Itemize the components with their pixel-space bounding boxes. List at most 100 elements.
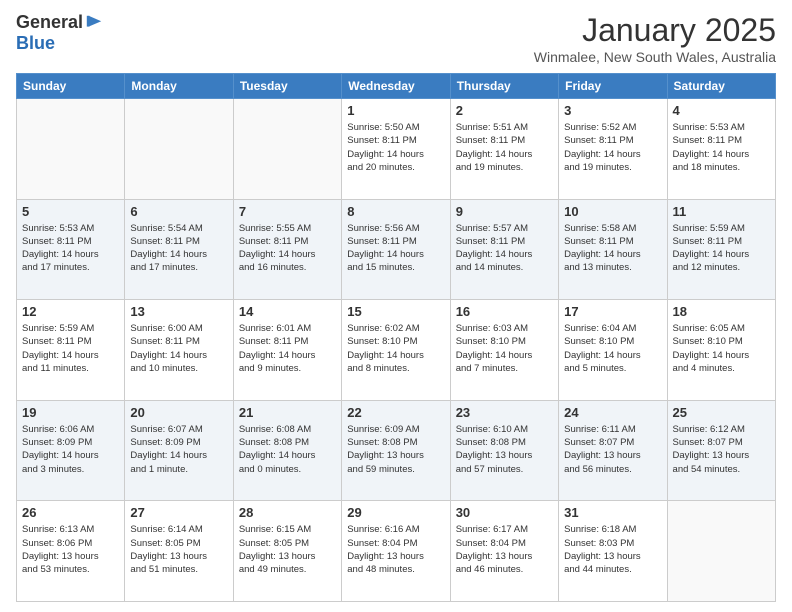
table-row: 8 Sunrise: 5:56 AM Sunset: 8:11 PM Daylig… [342, 199, 450, 300]
day-info: Sunrise: 6:10 AM Sunset: 8:08 PM Dayligh… [456, 423, 553, 476]
logo-general-text: General [16, 12, 83, 33]
month-title: January 2025 [534, 12, 776, 49]
table-row: 14 Sunrise: 6:01 AM Sunset: 8:11 PM Dayli… [233, 300, 341, 401]
day-info: Sunrise: 6:05 AM Sunset: 8:10 PM Dayligh… [673, 322, 770, 375]
table-row: 24 Sunrise: 6:11 AM Sunset: 8:07 PM Dayli… [559, 400, 667, 501]
day-info: Sunrise: 5:53 AM Sunset: 8:11 PM Dayligh… [22, 222, 119, 275]
day-info: Sunrise: 5:59 AM Sunset: 8:11 PM Dayligh… [22, 322, 119, 375]
day-info: Sunrise: 5:57 AM Sunset: 8:11 PM Dayligh… [456, 222, 553, 275]
calendar-row: 5Sunrise: 5:53 AM Sunset: 8:11 PM Daylig… [17, 199, 776, 300]
table-row: 30 Sunrise: 6:17 AM Sunset: 8:04 PM Dayli… [450, 501, 558, 602]
header-row: Sunday Monday Tuesday Wednesday Thursday… [17, 74, 776, 99]
table-row [667, 501, 775, 602]
table-row: 28Sunrise: 6:15 AM Sunset: 8:05 PM Dayli… [233, 501, 341, 602]
col-friday: Friday [559, 74, 667, 99]
col-wednesday: Wednesday [342, 74, 450, 99]
col-sunday: Sunday [17, 74, 125, 99]
table-row: 7Sunrise: 5:55 AM Sunset: 8:11 PM Daylig… [233, 199, 341, 300]
day-number: 8 [347, 204, 444, 219]
table-row: 17 Sunrise: 6:04 AM Sunset: 8:10 PM Dayli… [559, 300, 667, 401]
table-row: 26Sunrise: 6:13 AM Sunset: 8:06 PM Dayli… [17, 501, 125, 602]
day-info: Sunrise: 6:06 AM Sunset: 8:09 PM Dayligh… [22, 423, 119, 476]
day-info: Sunrise: 6:02 AM Sunset: 8:10 PM Dayligh… [347, 322, 444, 375]
day-number: 24 [564, 405, 661, 420]
calendar-row: 19Sunrise: 6:06 AM Sunset: 8:09 PM Dayli… [17, 400, 776, 501]
table-row: 23 Sunrise: 6:10 AM Sunset: 8:08 PM Dayli… [450, 400, 558, 501]
day-info: Sunrise: 6:12 AM Sunset: 8:07 PM Dayligh… [673, 423, 770, 476]
day-number: 12 [22, 304, 119, 319]
day-info: Sunrise: 6:07 AM Sunset: 8:09 PM Dayligh… [130, 423, 227, 476]
day-number: 1 [347, 103, 444, 118]
day-number: 9 [456, 204, 553, 219]
calendar-row: 26Sunrise: 6:13 AM Sunset: 8:06 PM Dayli… [17, 501, 776, 602]
calendar-table: Sunday Monday Tuesday Wednesday Thursday… [16, 73, 776, 602]
day-number: 15 [347, 304, 444, 319]
table-row: 13 Sunrise: 6:00 AM Sunset: 8:11 PM Dayli… [125, 300, 233, 401]
table-row: 21Sunrise: 6:08 AM Sunset: 8:08 PM Dayli… [233, 400, 341, 501]
day-number: 11 [673, 204, 770, 219]
logo: General Blue [16, 12, 103, 54]
logo-blue-text: Blue [16, 33, 55, 54]
day-number: 29 [347, 505, 444, 520]
day-number: 16 [456, 304, 553, 319]
table-row: 12 Sunrise: 5:59 AM Sunset: 8:11 PM Dayli… [17, 300, 125, 401]
table-row: 11 Sunrise: 5:59 AM Sunset: 8:11 PM Dayli… [667, 199, 775, 300]
day-number: 14 [239, 304, 336, 319]
table-row: 19Sunrise: 6:06 AM Sunset: 8:09 PM Dayli… [17, 400, 125, 501]
day-number: 6 [130, 204, 227, 219]
day-number: 23 [456, 405, 553, 420]
day-number: 22 [347, 405, 444, 420]
day-info: Sunrise: 5:54 AM Sunset: 8:11 PM Dayligh… [130, 222, 227, 275]
col-monday: Monday [125, 74, 233, 99]
header: General Blue January 2025 Winmalee, New … [16, 12, 776, 65]
table-row: 1Sunrise: 5:50 AM Sunset: 8:11 PM Daylig… [342, 99, 450, 200]
table-row: 29 Sunrise: 6:16 AM Sunset: 8:04 PM Dayli… [342, 501, 450, 602]
day-number: 27 [130, 505, 227, 520]
day-number: 25 [673, 405, 770, 420]
page: General Blue January 2025 Winmalee, New … [0, 0, 792, 612]
table-row: 9 Sunrise: 5:57 AM Sunset: 8:11 PM Daylig… [450, 199, 558, 300]
table-row: 3 Sunrise: 5:52 AM Sunset: 8:11 PM Daylig… [559, 99, 667, 200]
day-info: Sunrise: 6:15 AM Sunset: 8:05 PM Dayligh… [239, 523, 336, 576]
day-number: 17 [564, 304, 661, 319]
day-info: Sunrise: 5:51 AM Sunset: 8:11 PM Dayligh… [456, 121, 553, 174]
table-row [17, 99, 125, 200]
day-info: Sunrise: 6:11 AM Sunset: 8:07 PM Dayligh… [564, 423, 661, 476]
day-number: 18 [673, 304, 770, 319]
day-number: 7 [239, 204, 336, 219]
day-info: Sunrise: 6:01 AM Sunset: 8:11 PM Dayligh… [239, 322, 336, 375]
day-info: Sunrise: 5:52 AM Sunset: 8:11 PM Dayligh… [564, 121, 661, 174]
table-row: 25 Sunrise: 6:12 AM Sunset: 8:07 PM Dayli… [667, 400, 775, 501]
table-row [233, 99, 341, 200]
day-info: Sunrise: 6:04 AM Sunset: 8:10 PM Dayligh… [564, 322, 661, 375]
col-tuesday: Tuesday [233, 74, 341, 99]
day-info: Sunrise: 6:00 AM Sunset: 8:11 PM Dayligh… [130, 322, 227, 375]
day-info: Sunrise: 5:59 AM Sunset: 8:11 PM Dayligh… [673, 222, 770, 275]
day-info: Sunrise: 6:14 AM Sunset: 8:05 PM Dayligh… [130, 523, 227, 576]
col-thursday: Thursday [450, 74, 558, 99]
table-row: 2Sunrise: 5:51 AM Sunset: 8:11 PM Daylig… [450, 99, 558, 200]
day-number: 13 [130, 304, 227, 319]
day-info: Sunrise: 6:18 AM Sunset: 8:03 PM Dayligh… [564, 523, 661, 576]
day-info: Sunrise: 5:53 AM Sunset: 8:11 PM Dayligh… [673, 121, 770, 174]
table-row: 27 Sunrise: 6:14 AM Sunset: 8:05 PM Dayli… [125, 501, 233, 602]
day-info: Sunrise: 6:16 AM Sunset: 8:04 PM Dayligh… [347, 523, 444, 576]
table-row: 16 Sunrise: 6:03 AM Sunset: 8:10 PM Dayli… [450, 300, 558, 401]
col-saturday: Saturday [667, 74, 775, 99]
day-info: Sunrise: 6:08 AM Sunset: 8:08 PM Dayligh… [239, 423, 336, 476]
day-info: Sunrise: 5:58 AM Sunset: 8:11 PM Dayligh… [564, 222, 661, 275]
day-info: Sunrise: 6:17 AM Sunset: 8:04 PM Dayligh… [456, 523, 553, 576]
table-row: 6 Sunrise: 5:54 AM Sunset: 8:11 PM Daylig… [125, 199, 233, 300]
table-row: 5Sunrise: 5:53 AM Sunset: 8:11 PM Daylig… [17, 199, 125, 300]
table-row: 4Sunrise: 5:53 AM Sunset: 8:11 PM Daylig… [667, 99, 775, 200]
day-number: 30 [456, 505, 553, 520]
day-number: 10 [564, 204, 661, 219]
day-info: Sunrise: 6:03 AM Sunset: 8:10 PM Dayligh… [456, 322, 553, 375]
location: Winmalee, New South Wales, Australia [534, 49, 776, 65]
day-number: 26 [22, 505, 119, 520]
day-number: 3 [564, 103, 661, 118]
day-info: Sunrise: 5:56 AM Sunset: 8:11 PM Dayligh… [347, 222, 444, 275]
day-number: 20 [130, 405, 227, 420]
table-row: 20 Sunrise: 6:07 AM Sunset: 8:09 PM Dayli… [125, 400, 233, 501]
table-row: 15 Sunrise: 6:02 AM Sunset: 8:10 PM Dayli… [342, 300, 450, 401]
